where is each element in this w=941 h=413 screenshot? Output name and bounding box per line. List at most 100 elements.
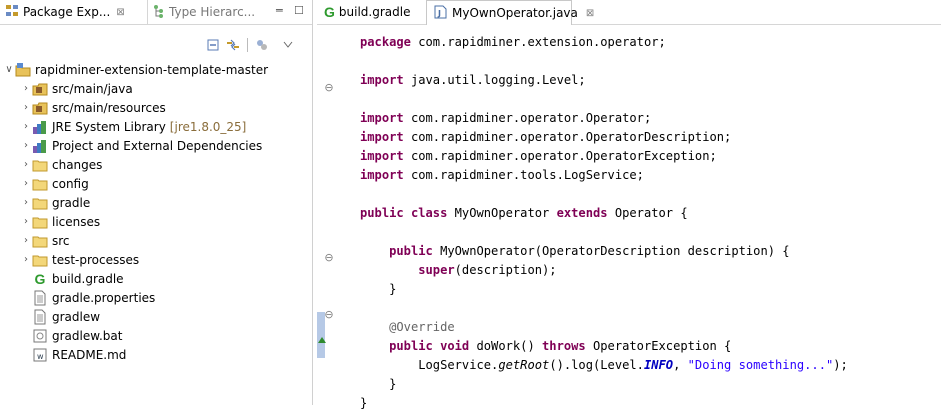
editor-tabbar: G build.gradle J MyOwnOperator.java ⊠ — [317, 0, 941, 25]
tree-item-label: README.md — [52, 347, 127, 362]
code-line: @Override — [389, 320, 455, 334]
chevron-right-icon[interactable]: › — [20, 197, 32, 208]
tab-build-gradle[interactable]: G build.gradle — [317, 0, 425, 24]
package-explorer-tabbar: Package Exp... ⊠ Type Hierarc... ═ ☐ — [0, 0, 312, 25]
library-icon — [32, 119, 48, 135]
close-icon[interactable]: ⊠ — [586, 8, 594, 19]
tree-item-readme[interactable]: w README.md — [32, 345, 126, 364]
folder-icon — [32, 157, 48, 173]
code-line: public void doWork() throws OperatorExce… — [389, 339, 732, 353]
tree-item-gradlew[interactable]: gradlew — [32, 307, 100, 326]
tab-label: build.gradle — [338, 5, 411, 19]
bat-file-icon — [32, 328, 48, 344]
code-line: import java.util.logging.Level; — [360, 73, 586, 87]
package-explorer-icon — [5, 4, 19, 21]
tree-item-project-dependencies[interactable]: › Project and External Dependencies — [20, 136, 262, 155]
explorer-toolbar — [205, 37, 300, 53]
tree-item-gradle-properties[interactable]: gradle.properties — [32, 288, 155, 307]
chevron-right-icon[interactable]: › — [20, 102, 32, 113]
tree-item-label: gradle — [52, 195, 91, 210]
tree-item-label: src — [52, 233, 70, 248]
chevron-right-icon[interactable]: › — [20, 254, 32, 265]
folder-icon — [32, 195, 48, 211]
tree-item-label: test-processes — [52, 252, 140, 267]
tree-item-label: gradle.properties — [52, 290, 156, 305]
tree-item-label: licenses — [52, 214, 101, 229]
code-line: import com.rapidminer.tools.LogService; — [360, 168, 644, 182]
code-line: } — [360, 377, 397, 391]
tab-label: Package Exp... — [23, 5, 111, 19]
chevron-right-icon[interactable]: › — [20, 83, 32, 94]
code-line: import com.rapidminer.operator.OperatorE… — [360, 149, 717, 163]
folder-icon — [32, 214, 48, 230]
code-line: public class MyOwnOperator extends Opera… — [360, 206, 688, 220]
chevron-down-icon[interactable]: ∨ — [3, 64, 15, 75]
code-line: super(description); — [418, 263, 557, 277]
tree-item-gradlew-bat[interactable]: gradlew.bat — [32, 326, 122, 345]
folder-icon — [32, 176, 48, 192]
focus-on-active-task-icon[interactable] — [254, 37, 270, 53]
code-line: LogService.getRoot().log(Level.INFO, "Do… — [360, 358, 848, 372]
text-file-icon — [32, 290, 48, 306]
code-line: package com.rapidminer.extension.operato… — [360, 35, 666, 49]
close-icon[interactable]: ⊠ — [116, 7, 124, 18]
chevron-right-icon[interactable]: › — [20, 159, 32, 170]
svg-text:w: w — [37, 352, 44, 361]
package-explorer-panel: Package Exp... ⊠ Type Hierarc... ═ ☐ ∨ r… — [0, 0, 313, 405]
library-icon — [32, 138, 48, 154]
editor-gutter: ⊖ ⊖ ⊖ — [317, 25, 357, 405]
chevron-right-icon[interactable]: › — [20, 178, 32, 189]
tree-item-project-root[interactable]: ∨ rapidminer-extension-template-master — [3, 60, 268, 79]
tree-item-src[interactable]: › src — [20, 231, 70, 250]
tree-item-suffix: [jre1.8.0_25] — [169, 119, 247, 134]
java-file-icon: J — [434, 5, 447, 22]
fold-collapse-icon[interactable]: ⊖ — [324, 81, 334, 94]
text-file-icon — [32, 309, 48, 325]
tab-label: Type Hierarc... — [169, 5, 256, 19]
fold-collapse-icon[interactable]: ⊖ — [324, 251, 334, 264]
tree-item-config[interactable]: › config — [20, 174, 89, 193]
tree-item-label: Project and External Dependencies — [52, 138, 263, 153]
tree-item-jre-system-library[interactable]: › JRE System Library [jre1.8.0_25] — [20, 117, 246, 136]
tree-item-gradle[interactable]: › gradle — [20, 193, 90, 212]
tree-item-label: src/main/java — [52, 81, 133, 96]
tree-item-changes[interactable]: › changes — [20, 155, 102, 174]
tree-item-label: JRE System Library — [52, 119, 166, 134]
folder-icon — [32, 233, 48, 249]
code-editor: G build.gradle J MyOwnOperator.java ⊠ ⊖ … — [317, 0, 941, 410]
gradle-file-icon: G — [324, 4, 335, 20]
svg-text:J: J — [437, 9, 441, 18]
tree-item-label: rapidminer-extension-template-master — [35, 62, 269, 77]
project-icon — [15, 62, 31, 78]
tree-item-build-gradle[interactable]: G build.gradle — [32, 269, 124, 288]
tab-type-hierarchy[interactable]: Type Hierarc... — [153, 0, 255, 24]
tree-item-test-processes[interactable]: › test-processes — [20, 250, 139, 269]
link-with-editor-icon[interactable] — [225, 37, 241, 53]
chevron-right-icon[interactable]: › — [20, 140, 32, 151]
minimize-icon[interactable]: ═ — [276, 4, 283, 17]
type-hierarchy-icon — [153, 4, 165, 21]
chevron-right-icon[interactable]: › — [20, 121, 32, 132]
package-folder-icon — [32, 100, 48, 116]
view-menu-icon[interactable] — [280, 37, 296, 53]
chevron-right-icon[interactable]: › — [20, 216, 32, 227]
tree-item-label: changes — [52, 157, 103, 172]
chevron-right-icon[interactable]: › — [20, 235, 32, 246]
code-line: import com.rapidminer.operator.OperatorD… — [360, 130, 732, 144]
tree-item-src-main-java[interactable]: › src/main/java — [20, 79, 133, 98]
override-marker-icon — [318, 333, 326, 347]
tree-item-licenses[interactable]: › licenses — [20, 212, 100, 231]
tab-label: MyOwnOperator.java — [452, 6, 578, 20]
code-line: } — [360, 396, 368, 410]
tab-myownoperator-java[interactable]: J MyOwnOperator.java ⊠ — [426, 0, 594, 25]
tree-item-label: gradlew.bat — [52, 328, 123, 343]
tab-package-explorer[interactable]: Package Exp... ⊠ — [0, 0, 148, 24]
tree-item-label: gradlew — [52, 309, 101, 324]
collapse-all-icon[interactable] — [205, 37, 221, 53]
maximize-icon[interactable]: ☐ — [294, 4, 304, 17]
tree-item-src-main-resources[interactable]: › src/main/resources — [20, 98, 166, 117]
code-line: } — [360, 282, 397, 296]
tree-item-label: src/main/resources — [52, 100, 166, 115]
tree-item-label: build.gradle — [52, 271, 124, 286]
fold-collapse-icon[interactable]: ⊖ — [324, 308, 334, 321]
